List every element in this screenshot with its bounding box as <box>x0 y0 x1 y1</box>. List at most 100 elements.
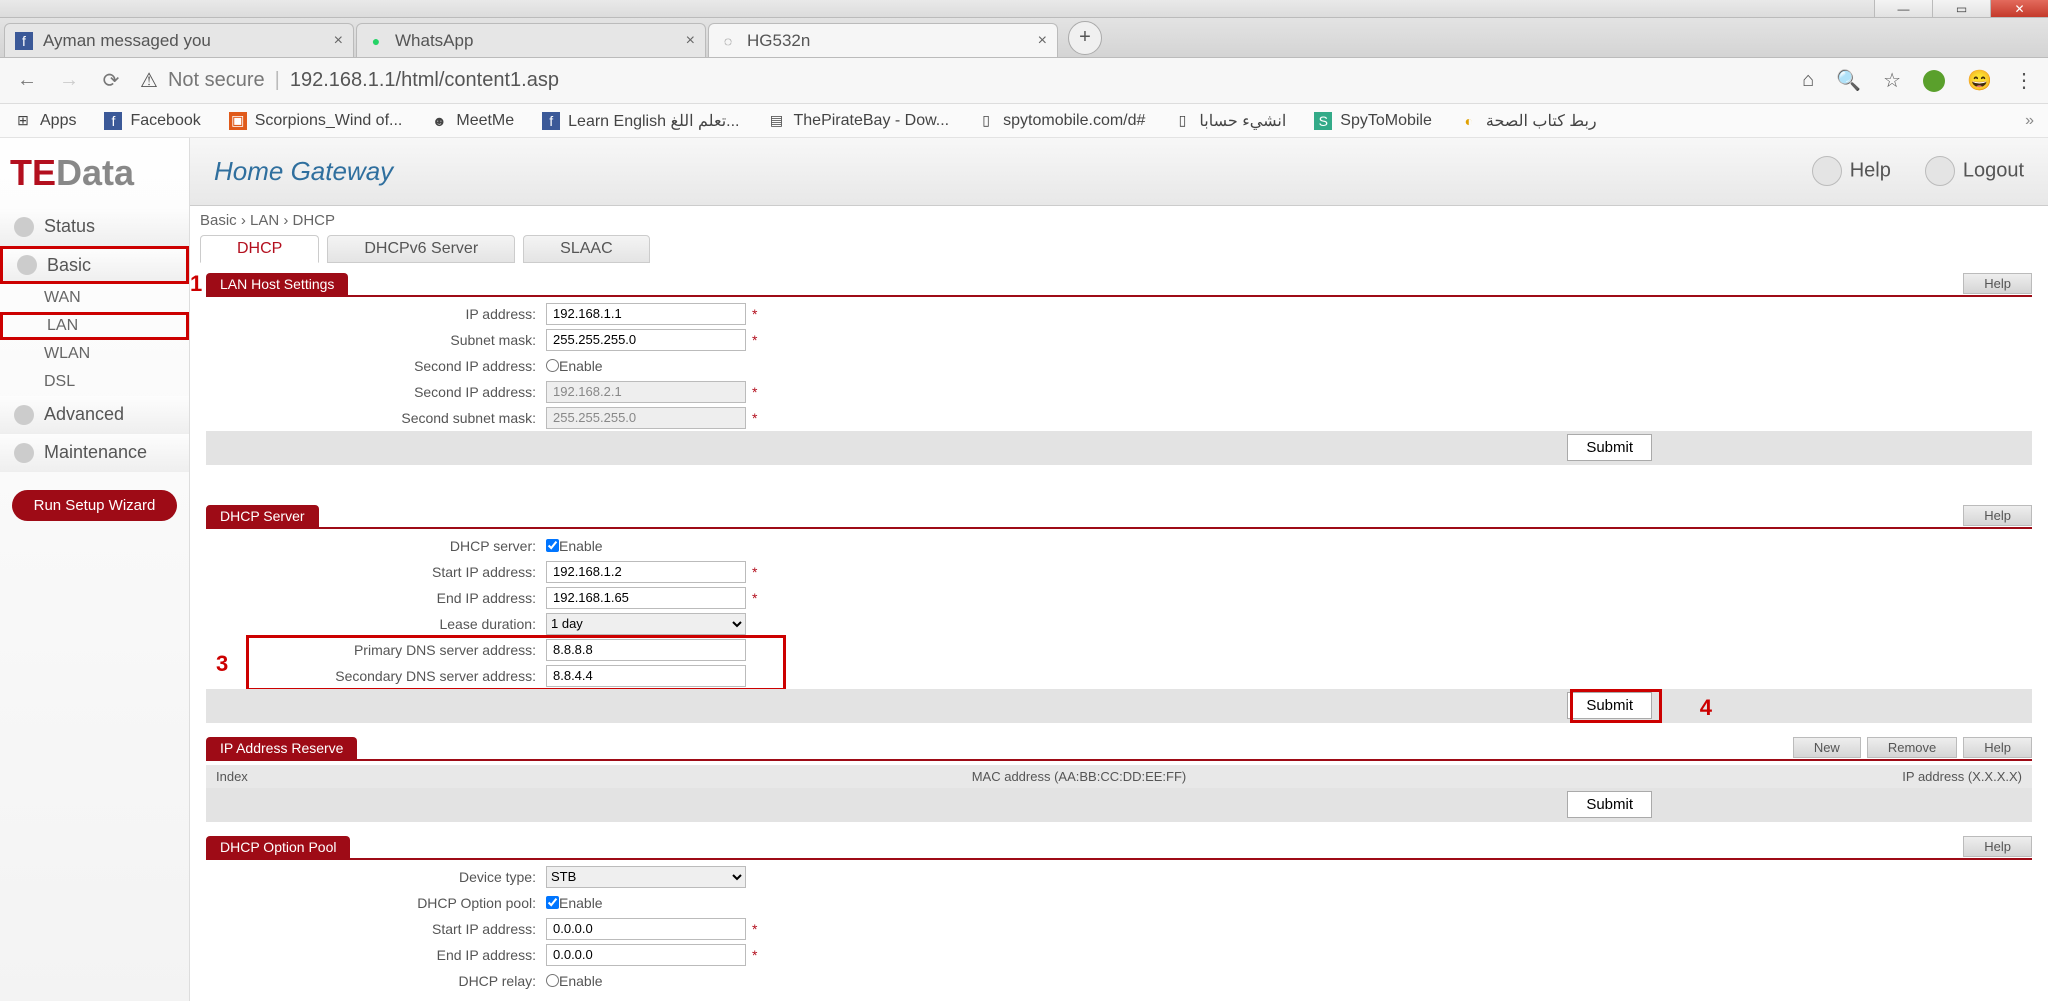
bookmark-item[interactable]: ▯spytomobile.com/d# <box>977 112 1145 130</box>
lease-select[interactable]: 1 day <box>546 613 746 635</box>
logo: TE Data <box>0 138 189 208</box>
tab-close-icon[interactable]: × <box>1038 32 1047 50</box>
section-title: DHCP Server <box>206 505 319 527</box>
run-setup-wizard-button[interactable]: Run Setup Wizard <box>12 490 177 521</box>
bookmark-icon: ☻ <box>430 112 448 130</box>
bookmark-label: MeetMe <box>456 112 514 130</box>
device-type-select[interactable]: STB <box>546 866 746 888</box>
bookmark-label: ThePirateBay - Dow... <box>794 112 950 130</box>
url-text: 192.168.1.1/html/content1.asp <box>290 69 559 92</box>
option-pool-enable-label: DHCP Option pool: <box>206 895 546 911</box>
tab-slaac[interactable]: SLAAC <box>523 235 649 263</box>
nav-reload-button[interactable]: ⟳ <box>98 68 124 93</box>
advanced-icon <box>14 405 34 425</box>
col-mac: MAC address (AA:BB:CC:DD:EE:FF) <box>476 769 1682 784</box>
tab-dhcp[interactable]: DHCP <box>200 235 319 263</box>
tab-close-icon[interactable]: × <box>686 32 695 50</box>
help-button[interactable]: Help <box>1963 273 2032 294</box>
sidebar-sub-dsl[interactable]: DSL <box>0 368 189 396</box>
submit-button[interactable]: Submit <box>1567 791 1652 818</box>
subnet-mask-input[interactable] <box>546 329 746 351</box>
bookmark-item[interactable]: fFacebook <box>104 112 200 130</box>
bookmark-icon: S <box>1314 112 1332 130</box>
app-header: Home Gateway Help Logout <box>190 138 2048 206</box>
section-title: IP Address Reserve <box>206 737 357 759</box>
window-minimize-button[interactable]: — <box>1874 0 1932 17</box>
dhcp-relay-radio[interactable] <box>546 974 559 987</box>
bookmark-item[interactable]: ▤ThePirateBay - Dow... <box>768 112 950 130</box>
new-tab-button[interactable]: + <box>1068 21 1102 55</box>
apps-icon: ⊞ <box>14 112 32 130</box>
ip-address-label: IP address: <box>206 306 546 322</box>
sidebar-item-maintenance[interactable]: Maintenance <box>0 434 189 472</box>
dhcp-enable-checkbox[interactable] <box>546 539 559 552</box>
browser-tab-active[interactable]: ◌ HG532n × <box>708 23 1058 57</box>
pool-start-ip-input[interactable] <box>546 918 746 940</box>
dhcp-enable-label: DHCP server: <box>206 538 546 554</box>
remove-button[interactable]: Remove <box>1867 737 1957 758</box>
help-button[interactable]: Help <box>1963 505 2032 526</box>
second-ip-label: Second IP address: <box>206 384 546 400</box>
nav-forward-button[interactable]: → <box>56 69 82 92</box>
sidebar-sub-wlan[interactable]: WLAN <box>0 340 189 368</box>
warning-icon: ⚠ <box>140 68 158 93</box>
emoji-icon[interactable]: 😄 <box>1967 68 1992 93</box>
sidebar: TE Data Status Basic WAN LAN WLAN DSL Ad… <box>0 138 190 1001</box>
window-close-button[interactable]: ✕ <box>1990 0 2048 17</box>
bookmarks-overflow[interactable]: » <box>2025 112 2034 130</box>
tab-title: WhatsApp <box>395 31 473 51</box>
nav-back-button[interactable]: ← <box>14 69 40 92</box>
browser-tab[interactable]: f Ayman messaged you × <box>4 23 354 57</box>
help-icon <box>1812 156 1842 186</box>
bookmark-label: ربط كتاب الصحة <box>1486 111 1597 131</box>
section-lan-host: 1 LAN Host Settings Help IP address:* Su… <box>206 273 2032 465</box>
help-button[interactable]: Help <box>1963 836 2032 857</box>
star-icon[interactable]: ☆ <box>1883 68 1901 93</box>
help-link[interactable]: Help <box>1812 156 1891 186</box>
tab-dhcpv6[interactable]: DHCPv6 Server <box>327 235 515 263</box>
annotation-box-3 <box>246 635 786 691</box>
end-ip-input[interactable] <box>546 587 746 609</box>
submit-button[interactable]: Submit <box>1567 434 1652 461</box>
bookmark-item[interactable]: ▯انشيء حسابا <box>1173 111 1286 131</box>
bookmark-label: Learn English تعلم اللغ... <box>568 111 739 131</box>
sidebar-label: Basic <box>47 255 91 276</box>
content-pane: 1 LAN Host Settings Help IP address:* Su… <box>190 273 2048 1001</box>
pool-end-ip-input[interactable] <box>546 944 746 966</box>
sidebar-item-advanced[interactable]: Advanced <box>0 396 189 434</box>
tab-title: HG532n <box>747 31 810 51</box>
bookmark-item[interactable]: ▣Scorpions_Wind of... <box>229 112 403 130</box>
extension-icon[interactable] <box>1923 70 1945 92</box>
start-ip-input[interactable] <box>546 561 746 583</box>
apps-button[interactable]: ⊞Apps <box>14 112 76 130</box>
device-type-label: Device type: <box>206 869 546 885</box>
sidebar-sub-wan[interactable]: WAN <box>0 284 189 312</box>
bookmark-label: spytomobile.com/d# <box>1003 112 1145 130</box>
bookmark-item[interactable]: ☻ MeetMe <box>430 112 514 130</box>
ip-address-input[interactable] <box>546 303 746 325</box>
help-button[interactable]: Help <box>1963 737 2032 758</box>
sidebar-item-status[interactable]: Status <box>0 208 189 246</box>
maintenance-icon <box>14 443 34 463</box>
bookmark-item[interactable]: fLearn English تعلم اللغ... <box>542 111 739 131</box>
search-icon[interactable]: 🔍 <box>1836 68 1861 93</box>
window-maximize-button[interactable]: ▭ <box>1932 0 1990 17</box>
option-pool-enable-checkbox[interactable] <box>546 896 559 909</box>
sidebar-label: Advanced <box>44 404 124 425</box>
tab-close-icon[interactable]: × <box>334 32 343 50</box>
sidebar-sub-lan[interactable]: LAN <box>0 312 189 340</box>
annotation-1: 1 <box>190 273 202 297</box>
key-icon[interactable]: ⌂ <box>1802 69 1814 92</box>
logout-link[interactable]: Logout <box>1925 156 2024 186</box>
browser-tabstrip: f Ayman messaged you × ● WhatsApp × ◌ HG… <box>0 18 2048 58</box>
new-button[interactable]: New <box>1793 737 1861 758</box>
bookmark-item[interactable]: SSpyToMobile <box>1314 112 1432 130</box>
second-ip-enable-radio[interactable] <box>546 359 559 372</box>
browser-tab[interactable]: ● WhatsApp × <box>356 23 706 57</box>
bookmark-item[interactable]: ◐ربط كتاب الصحة <box>1460 111 1597 131</box>
browser-urlbar: ← → ⟳ ⚠ Not secure | 192.168.1.1/html/co… <box>0 58 2048 104</box>
sidebar-item-basic[interactable]: Basic <box>0 246 189 284</box>
address-field[interactable]: ⚠ Not secure | 192.168.1.1/html/content1… <box>140 68 1786 93</box>
menu-icon[interactable]: ⋮ <box>2014 68 2034 93</box>
globe-icon: ◌ <box>719 32 737 50</box>
